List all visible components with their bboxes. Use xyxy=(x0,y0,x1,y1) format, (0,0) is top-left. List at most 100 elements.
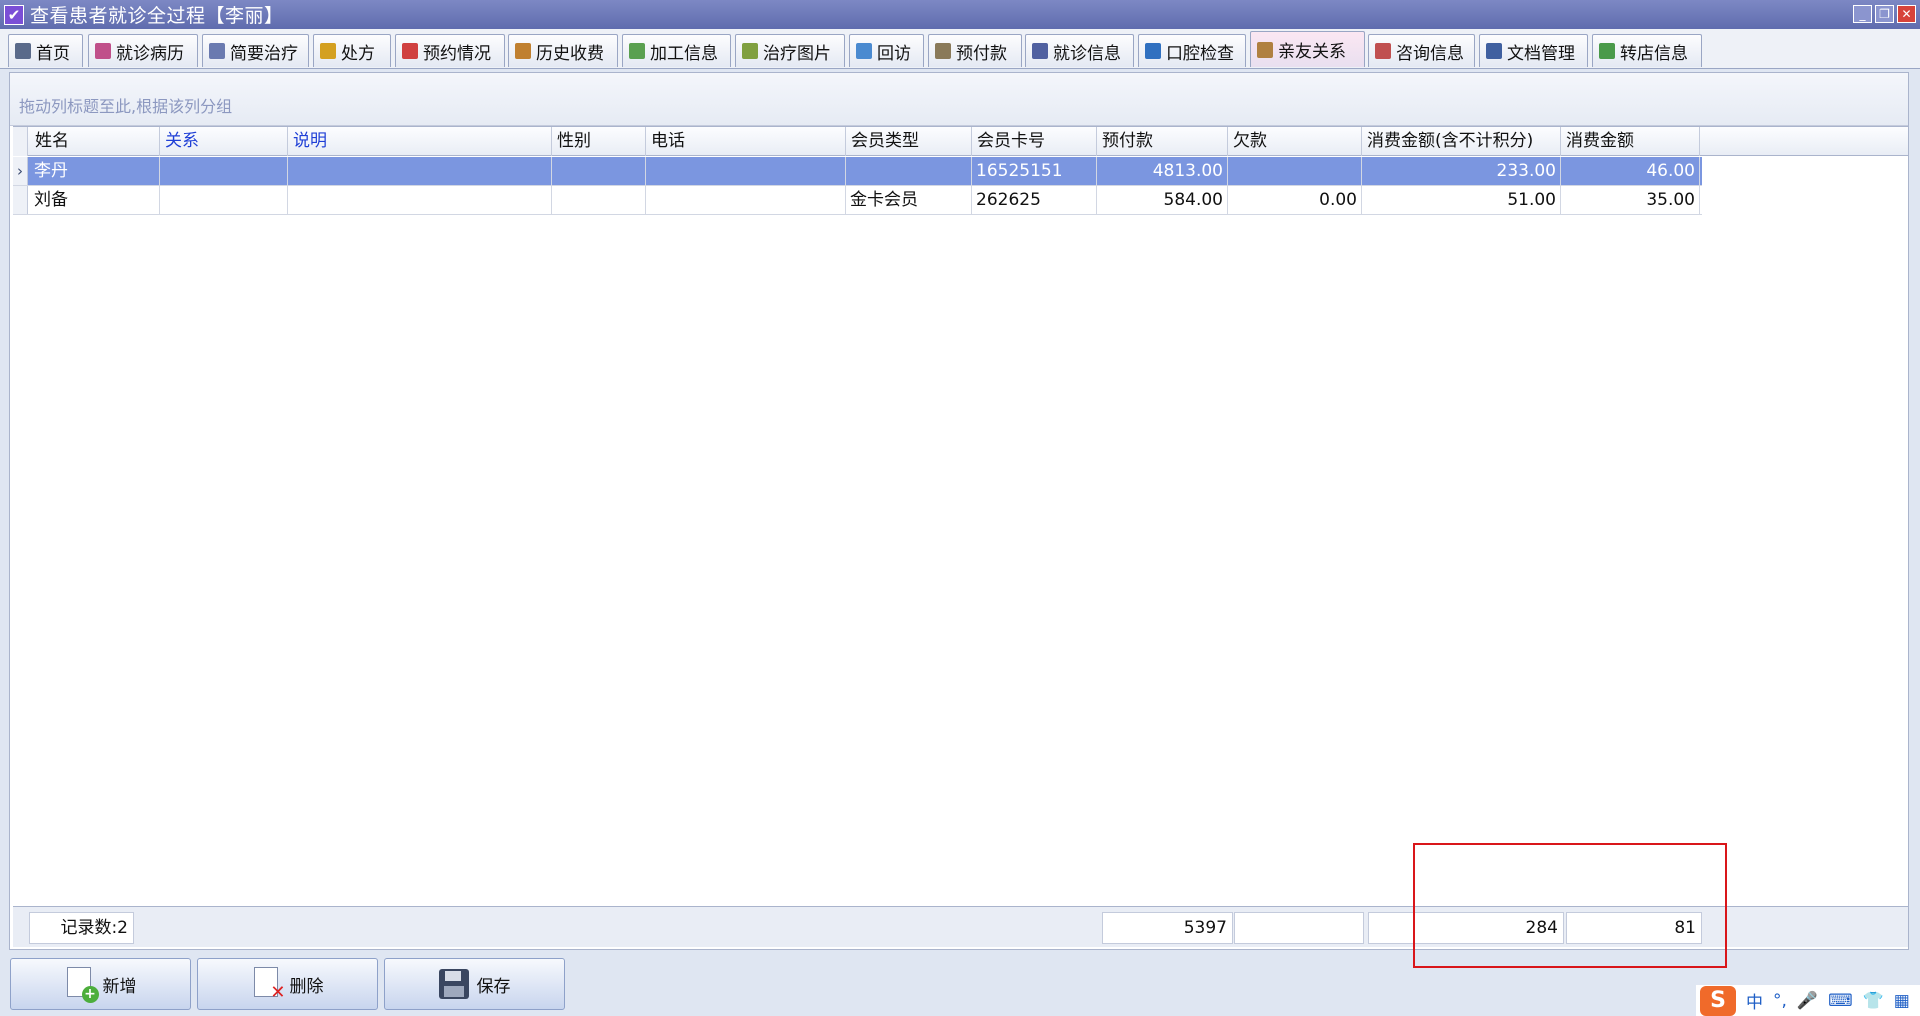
transfer-icon xyxy=(1599,43,1615,59)
relatives-panel: 拖动列标题至此,根据该列分组 姓名 关系 说明 性别 电话 会员类型 会员卡号 预付款 欠款 消费… xyxy=(9,72,1909,950)
group-by-panel[interactable]: 拖动列标题至此,根据该列分组 xyxy=(10,73,1908,126)
sum-debt xyxy=(1234,912,1364,944)
ime-toolbar: S 中 °, 🎤 ⌨ 👕 ▦ xyxy=(1696,985,1920,1016)
table-cell[interactable] xyxy=(288,157,552,185)
tab-calendar[interactable]: 预约情况 xyxy=(395,34,505,67)
microphone-icon[interactable]: 🎤 xyxy=(1797,991,1818,1011)
table-cell[interactable] xyxy=(160,157,288,185)
table-cell[interactable]: 46.00 xyxy=(1561,157,1700,185)
table-cell[interactable] xyxy=(552,157,646,185)
skin-shirt-icon[interactable]: 👕 xyxy=(1863,991,1884,1011)
tab-prepay[interactable]: 预付款 xyxy=(928,34,1022,67)
keyboard-icon[interactable]: ⌨ xyxy=(1828,991,1853,1011)
table-cell[interactable] xyxy=(1228,157,1362,185)
delete-button[interactable]: ✕ 删除 xyxy=(197,958,378,1010)
column-header[interactable]: 欠款 xyxy=(1228,127,1362,156)
tab-consult[interactable]: 咨询信息 xyxy=(1368,34,1475,67)
column-header[interactable]: 关系 xyxy=(160,127,288,156)
close-button[interactable]: ✕ xyxy=(1897,5,1916,23)
sum-prepay: 5397 xyxy=(1102,912,1233,944)
table-cell[interactable] xyxy=(646,186,846,214)
column-header[interactable]: 说明 xyxy=(288,127,552,156)
tab-home-doc[interactable]: 首页 xyxy=(8,34,83,67)
column-header[interactable]: 电话 xyxy=(646,127,846,156)
medical-record-icon xyxy=(95,43,111,59)
table-cell[interactable]: 4813.00 xyxy=(1097,157,1228,185)
tab-visit-info[interactable]: 就诊信息 xyxy=(1025,34,1134,67)
restore-button[interactable]: ❐ xyxy=(1875,5,1894,23)
minimize-button[interactable]: _ xyxy=(1853,5,1872,23)
table-cell[interactable]: 35.00 xyxy=(1561,186,1700,214)
table-cell[interactable]: 262625 xyxy=(972,186,1097,214)
window-titlebar: ✔ 查看患者就诊全过程【李丽】 _ ❐ ✕ xyxy=(0,0,1920,29)
table-cell[interactable] xyxy=(552,186,646,214)
tab-label: 预付款 xyxy=(956,43,1007,64)
record-count: 记录数:2 xyxy=(29,912,134,944)
table-cell[interactable] xyxy=(846,157,972,185)
brief-treatment-icon xyxy=(209,43,225,59)
pill-icon xyxy=(320,43,336,59)
tab-label: 简要治疗 xyxy=(230,43,298,64)
table-cell[interactable]: 李丹 xyxy=(30,157,160,185)
column-header[interactable]: 性别 xyxy=(552,127,646,156)
checkmark-app-icon: ✔ xyxy=(4,4,24,25)
briefcase-icon xyxy=(1145,43,1161,59)
tab-document[interactable]: 文档管理 xyxy=(1479,34,1588,67)
table-cell[interactable]: 233.00 xyxy=(1362,157,1561,185)
table-cell[interactable]: 51.00 xyxy=(1362,186,1561,214)
tab-label: 治疗图片 xyxy=(763,43,831,64)
table-cell[interactable]: 刘备 xyxy=(30,186,160,214)
tab-label: 预约情况 xyxy=(423,43,491,64)
ime-punctuation[interactable]: °, xyxy=(1773,991,1787,1011)
column-header[interactable]: 消费金额(含不计积分) xyxy=(1362,127,1561,156)
table-row[interactable]: 刘备 金卡会员 262625 584.00 0.00 51.00 35.00 xyxy=(13,186,1702,215)
table-cell[interactable] xyxy=(288,186,552,214)
column-header[interactable]: 预付款 xyxy=(1097,127,1228,156)
current-row-arrow-icon[interactable]: › xyxy=(13,157,28,185)
save-button[interactable]: 保存 xyxy=(384,958,565,1010)
tab-label: 文档管理 xyxy=(1507,43,1575,64)
visit-info-icon xyxy=(1032,43,1048,59)
tab-processing[interactable]: 加工信息 xyxy=(622,34,731,67)
toolbox-grid-icon[interactable]: ▦ xyxy=(1894,991,1910,1011)
tab-label: 处方 xyxy=(341,43,375,64)
column-header[interactable]: 会员卡号 xyxy=(972,127,1097,156)
tab-transfer[interactable]: 转店信息 xyxy=(1592,34,1702,67)
tab-history-fee[interactable]: 历史收费 xyxy=(508,34,618,67)
red-highlight-box xyxy=(1413,843,1727,968)
group-by-hint: 拖动列标题至此,根据该列分组 xyxy=(19,97,233,116)
column-header[interactable]: 消费金额 xyxy=(1561,127,1700,156)
window-controls: _ ❐ ✕ xyxy=(1853,5,1916,23)
row-indicator[interactable] xyxy=(13,186,28,214)
tab-brief-treatment[interactable]: 简要治疗 xyxy=(202,34,309,67)
relatives-icon xyxy=(1257,41,1273,58)
consult-icon xyxy=(1375,43,1391,59)
sogou-ime-icon[interactable]: S xyxy=(1700,985,1736,1016)
column-header[interactable]: 姓名 xyxy=(30,127,160,156)
table-cell[interactable]: 584.00 xyxy=(1097,186,1228,214)
tab-briefcase[interactable]: 口腔检查 xyxy=(1138,34,1246,67)
tab-image[interactable]: 治疗图片 xyxy=(735,34,845,67)
table-cell[interactable] xyxy=(646,157,846,185)
tab-label: 回访 xyxy=(877,43,911,64)
document-icon xyxy=(1486,43,1502,59)
table-row[interactable]: › 李丹 16525151 4813.00 233.00 46.00 xyxy=(13,157,1702,186)
table-cell[interactable]: 16525151 xyxy=(972,157,1097,185)
grid-header: 姓名 关系 说明 性别 电话 会员类型 会员卡号 预付款 欠款 消费金额(含不计积分) 消费金额 xyxy=(13,126,1908,156)
tab-pill[interactable]: 处方 xyxy=(313,34,391,67)
tab-label: 口腔检查 xyxy=(1166,43,1234,64)
add-document-icon: + xyxy=(65,967,99,1003)
column-header[interactable]: 会员类型 xyxy=(846,127,972,156)
tab-revisit[interactable]: 回访 xyxy=(849,34,924,67)
ime-language[interactable]: 中 xyxy=(1746,988,1763,1013)
tab-medical-record[interactable]: 就诊病历 xyxy=(88,34,198,67)
floppy-disk-icon xyxy=(438,969,469,999)
delete-document-icon: ✕ xyxy=(252,967,286,1003)
table-cell[interactable]: 0.00 xyxy=(1228,186,1362,214)
processing-icon xyxy=(629,43,645,59)
table-cell[interactable]: 金卡会员 xyxy=(846,186,972,214)
tab-relatives[interactable]: 亲友关系 xyxy=(1250,31,1365,67)
add-button[interactable]: + 新增 xyxy=(10,958,191,1010)
table-cell[interactable] xyxy=(160,186,288,214)
history-fee-icon xyxy=(515,43,531,59)
